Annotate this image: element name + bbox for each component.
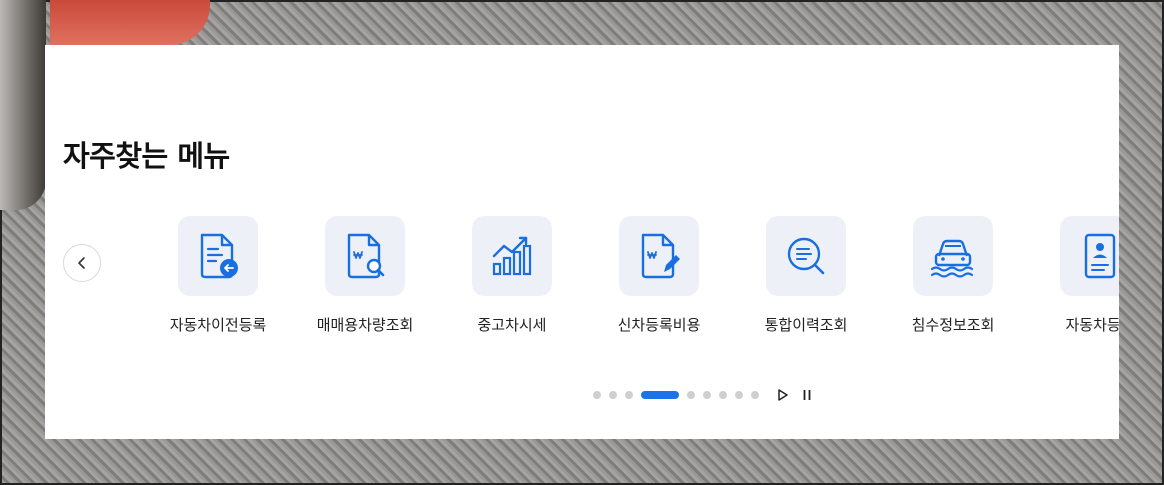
menu-item-new-car-registration-cost[interactable]: 신차등록비용 xyxy=(594,216,724,335)
play-button[interactable] xyxy=(775,387,791,403)
menu-item-flood-info[interactable]: 침수정보조회 xyxy=(888,216,1018,335)
menu-label: 자동차등록 xyxy=(1065,316,1119,334)
favorite-menu-panel: 자주찾는 메뉴 자동차이전등록 매매용차량조회 중고차시세 신차등록비용 통합이… xyxy=(45,45,1119,439)
document-transfer-icon xyxy=(200,233,238,279)
menu-label: 자동차이전등록 xyxy=(169,316,267,334)
flooded-car-icon xyxy=(930,239,974,278)
menu-item-vehicle-transfer[interactable]: 자동차이전등록 xyxy=(153,216,283,335)
menu-icon-box xyxy=(325,216,405,296)
menu-icon-box xyxy=(619,216,699,296)
slide-pagination xyxy=(593,389,815,401)
pagination-dot[interactable] xyxy=(735,391,743,399)
pagination-dot[interactable] xyxy=(719,391,727,399)
pagination-dot[interactable] xyxy=(703,391,711,399)
menu-icon-box xyxy=(1060,216,1119,296)
pagination-dot[interactable] xyxy=(609,391,617,399)
prev-slide-button[interactable] xyxy=(63,244,101,282)
trend-chart-icon xyxy=(492,236,532,276)
pause-icon xyxy=(803,390,811,400)
menu-label: 침수정보조회 xyxy=(911,316,995,334)
pagination-dot[interactable] xyxy=(625,391,633,399)
pagination-dot[interactable] xyxy=(593,391,601,399)
pagination-dot[interactable] xyxy=(687,391,695,399)
menu-label: 중고차시세 xyxy=(477,316,547,334)
menu-item-vehicle-registration[interactable]: 자동차등록 xyxy=(1035,216,1119,335)
menu-label: 통합이력조회 xyxy=(764,316,848,334)
play-icon xyxy=(778,389,788,401)
pagination-dot-active[interactable] xyxy=(641,391,679,399)
menu-icon-box xyxy=(913,216,993,296)
menu-icon-box xyxy=(178,216,258,296)
pause-button[interactable] xyxy=(799,387,815,403)
menu-item-used-car-price[interactable]: 중고차시세 xyxy=(447,216,577,335)
background-car-body xyxy=(50,0,210,45)
id-card-icon xyxy=(1084,233,1116,279)
background-car-bumper xyxy=(0,0,46,210)
pagination-dot[interactable] xyxy=(751,391,759,399)
menu-label: 신차등록비용 xyxy=(617,316,701,334)
menu-icon-box xyxy=(472,216,552,296)
menu-item-dealer-vehicle-search[interactable]: 매매용차량조회 xyxy=(300,216,430,335)
magnifier-list-icon xyxy=(787,237,825,275)
menu-label: 매매용차량조회 xyxy=(316,316,414,334)
document-edit-icon xyxy=(641,233,680,279)
chevron-left-icon xyxy=(78,257,85,269)
section-title: 자주찾는 메뉴 xyxy=(63,139,230,173)
menu-item-integrated-history[interactable]: 통합이력조회 xyxy=(741,216,871,335)
document-search-icon xyxy=(347,233,385,279)
menu-icon-box xyxy=(766,216,846,296)
